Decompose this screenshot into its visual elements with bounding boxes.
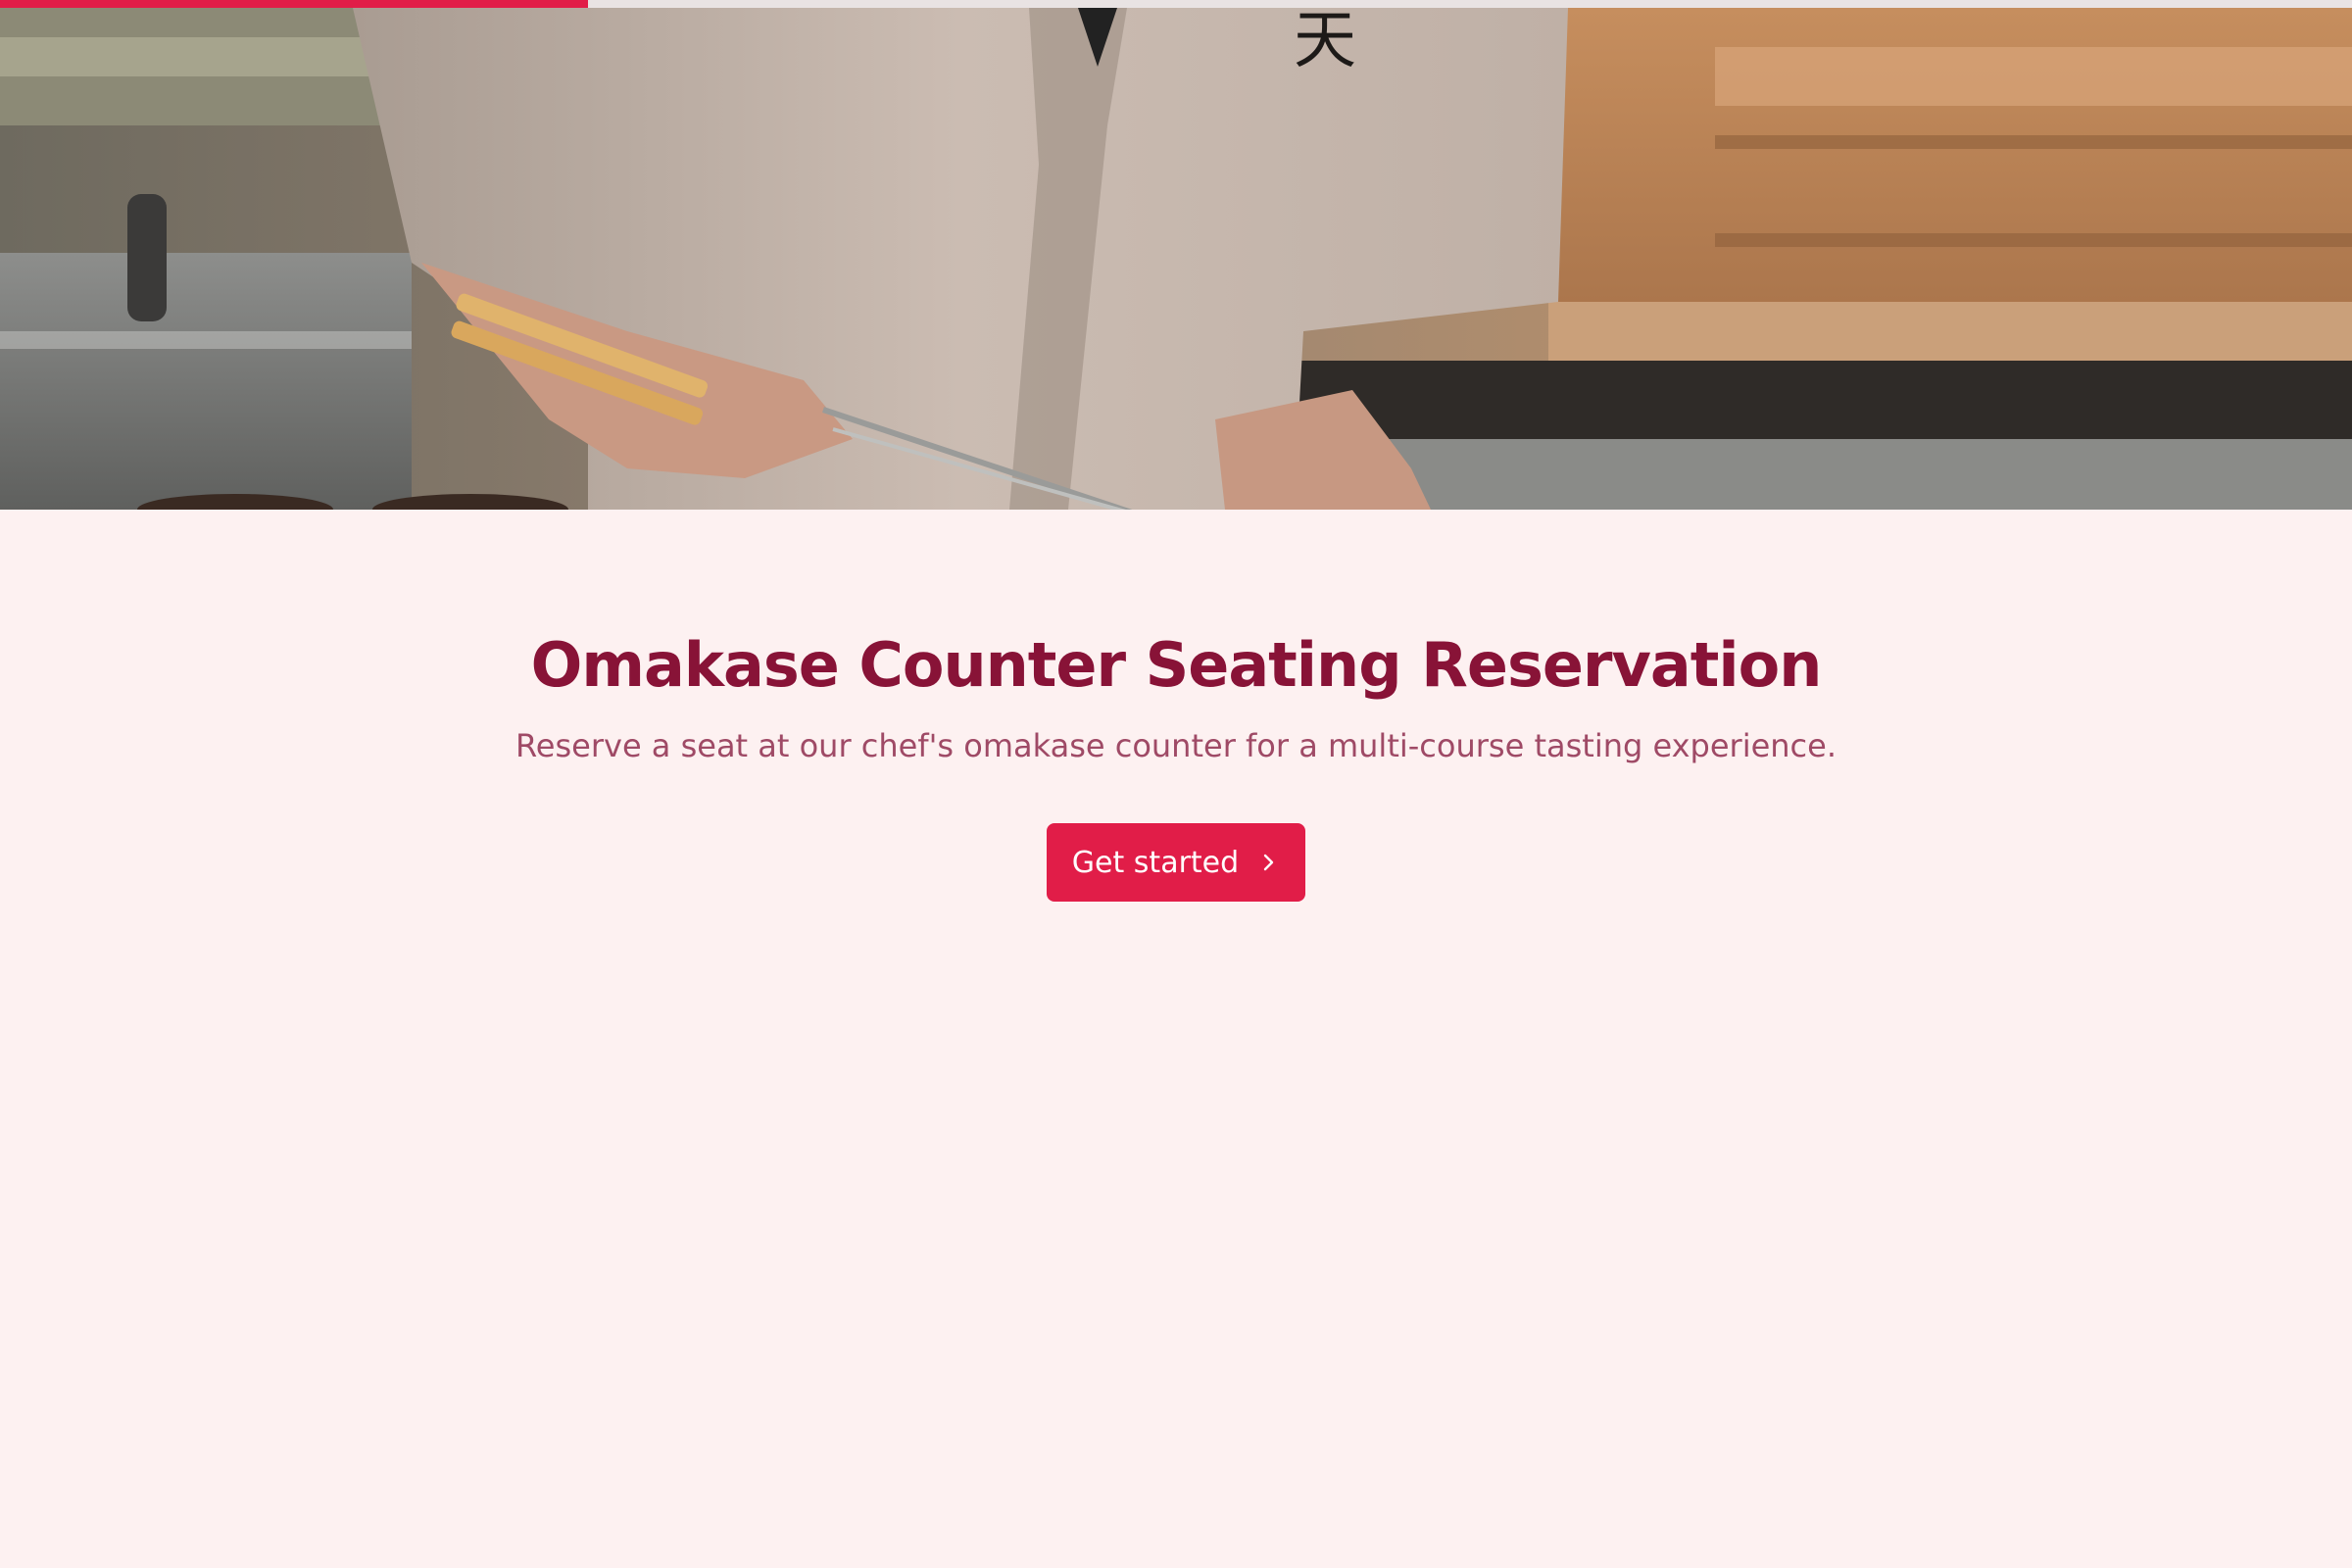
- get-started-button[interactable]: Get started: [1047, 823, 1305, 902]
- page: 天 Omakase Counter Seating Reservation Re…: [0, 0, 2352, 1568]
- page-title: Omakase Counter Seating Reservation: [530, 629, 1823, 701]
- hero-image: 天: [0, 8, 2352, 510]
- progress-bar: [0, 0, 2352, 8]
- progress-bar-fill: [0, 0, 588, 8]
- get-started-label: Get started: [1071, 845, 1240, 880]
- page-subtitle: Reserve a seat at our chef's omakase cou…: [515, 727, 1837, 764]
- svg-text:天: 天: [1294, 8, 1356, 77]
- chevron-right-icon: [1256, 851, 1280, 874]
- main-content: Omakase Counter Seating Reservation Rese…: [0, 510, 2352, 1568]
- chef-photo-illustration: 天: [0, 8, 2352, 510]
